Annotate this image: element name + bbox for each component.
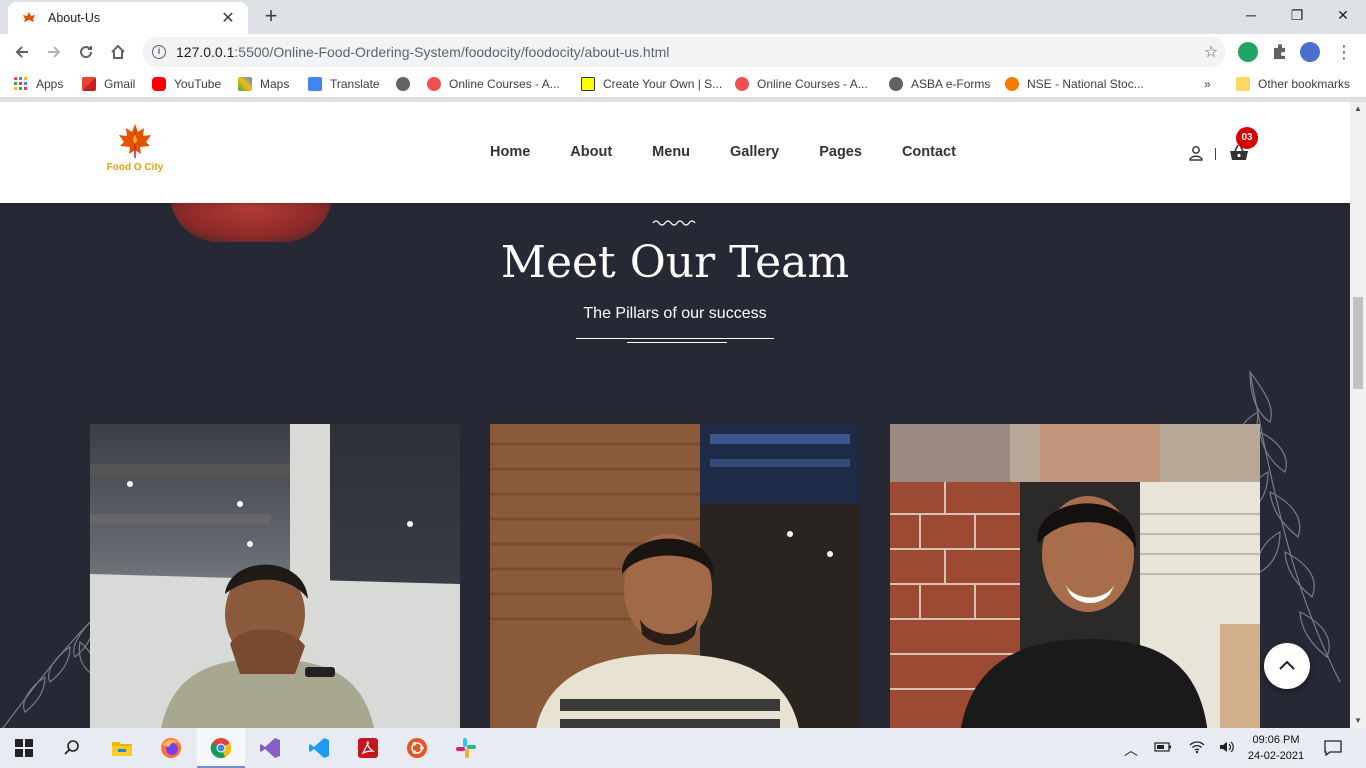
udemy-icon [735, 77, 749, 91]
site-favicon-icon [23, 12, 35, 22]
bookmark-nse[interactable]: NSE - National Stoc... [1005, 76, 1144, 92]
team-member-photo [890, 424, 1260, 728]
battery-icon[interactable] [1154, 740, 1172, 757]
team-member-photo [90, 424, 460, 728]
notifications-icon[interactable] [1324, 740, 1342, 759]
site-header: Food O City Home About Menu Gallery Page… [0, 102, 1350, 203]
bookmark-star-icon[interactable]: ☆ [1196, 42, 1226, 62]
nav-menu[interactable]: Menu [652, 144, 690, 160]
nav-contact[interactable]: Contact [902, 144, 956, 160]
team-member-photo [490, 424, 860, 728]
bookmark-translate[interactable]: Translate [308, 76, 380, 92]
bookmark-online-courses-2[interactable]: Online Courses - A... [735, 76, 868, 92]
chrome-icon[interactable] [207, 734, 235, 762]
subtitle-underline-short [627, 342, 727, 343]
bookmarks-bar: Apps Gmail YouTube Maps Translate Online… [0, 70, 1366, 98]
extensions-puzzle-icon[interactable] [1270, 42, 1290, 62]
cart-count-badge: 03 [1236, 127, 1258, 149]
main-navigation: Home About Menu Gallery Pages Contact [490, 144, 996, 160]
vscode-icon[interactable] [305, 734, 333, 762]
home-icon[interactable] [104, 38, 132, 66]
scroll-to-top-button[interactable] [1264, 643, 1310, 689]
bookmark-youtube[interactable]: YouTube [152, 76, 221, 92]
site-logo[interactable]: Food O City [100, 122, 170, 182]
clock-date: 24-02-2021 [1247, 750, 1305, 762]
volume-icon[interactable] [1218, 740, 1236, 757]
other-bookmarks[interactable]: Other bookmarks [1236, 76, 1350, 92]
youtube-icon [152, 77, 166, 91]
forward-arrow-icon[interactable] [40, 38, 68, 66]
firefox-icon[interactable] [157, 734, 185, 762]
globe-icon [889, 77, 903, 91]
search-icon[interactable] [58, 734, 86, 762]
close-window-icon[interactable]: ✕ [1320, 0, 1366, 30]
snapchat-icon [581, 77, 595, 91]
browser-menu-icon[interactable]: ⋮ [1330, 38, 1358, 66]
leaf-decoration-icon [2, 615, 96, 728]
bookmark-gmail[interactable]: Gmail [82, 76, 135, 92]
page-viewport: Food O City Home About Menu Gallery Page… [0, 102, 1350, 728]
subtitle-underline [576, 338, 774, 339]
page-scrollbar[interactable]: ▲ ▼ [1350, 102, 1366, 728]
maps-icon [238, 77, 252, 91]
maximize-window-icon[interactable]: ❐ [1274, 0, 1320, 30]
bookmark-asba[interactable]: ASBA e-Forms [889, 76, 990, 92]
minimize-window-icon[interactable]: ─ [1228, 0, 1274, 30]
clock-time: 09:06 PM [1252, 734, 1300, 746]
gmail-icon [82, 77, 96, 91]
tab-close-icon[interactable]: ✕ [218, 8, 238, 28]
browser-toolbar: i 127.0.0.1:5500/Online-Food-Ordering-Sy… [0, 34, 1366, 70]
logo-text: Food O City [106, 162, 164, 173]
chevron-up-icon [1279, 660, 1295, 670]
user-account-icon[interactable] [1188, 145, 1204, 161]
header-divider [1215, 148, 1216, 160]
reload-icon[interactable] [72, 38, 100, 66]
nav-pages[interactable]: Pages [819, 144, 862, 160]
show-hidden-icons-chevron-icon[interactable]: ︿ [1124, 740, 1138, 760]
udemy-icon [427, 77, 441, 91]
grammarly-extension-icon[interactable] [1238, 42, 1258, 62]
browser-tab[interactable]: About-Us ✕ [8, 2, 248, 34]
nav-about[interactable]: About [570, 144, 612, 160]
scrollbar-thumb[interactable] [1353, 297, 1363, 389]
bookmark-online-courses-1[interactable]: Online Courses - A... [427, 76, 560, 92]
nse-icon [1005, 77, 1019, 91]
folder-icon [1236, 77, 1250, 91]
team-section-subtitle: The Pillars of our success [583, 305, 767, 322]
team-section-title: Meet Our Team [500, 237, 850, 288]
bookmark-create-your-own[interactable]: Create Your Own | S... [581, 76, 722, 92]
bookmark-globe[interactable] [396, 76, 418, 92]
address-bar[interactable]: i 127.0.0.1:5500/Online-Food-Ordering-Sy… [142, 37, 1226, 67]
nav-gallery[interactable]: Gallery [730, 144, 779, 160]
windows-start-icon[interactable] [10, 734, 38, 762]
scroll-down-arrow-icon[interactable]: ▼ [1350, 714, 1366, 728]
windows-taskbar: ︿ 09:06 PM 24-02-2021 [0, 728, 1366, 768]
new-tab-button[interactable]: + [258, 4, 284, 30]
profile-avatar[interactable] [1300, 42, 1320, 62]
system-clock[interactable]: 09:06 PM 24-02-2021 [1236, 732, 1316, 764]
file-explorer-icon[interactable] [108, 734, 136, 762]
bookmarks-overflow-icon[interactable]: » [1204, 76, 1211, 92]
globe-icon [396, 77, 410, 91]
apps-grid-icon [14, 77, 27, 90]
site-info-icon[interactable]: i [152, 45, 166, 59]
squiggle-divider-icon [652, 220, 696, 226]
tab-title: About-Us [48, 11, 101, 25]
maple-leaf-logo-icon [119, 124, 151, 158]
tab-strip: About-Us ✕ + ─ ❐ ✕ [0, 0, 1366, 34]
url-text: 127.0.0.1:5500/Online-Food-Ordering-Syst… [176, 44, 670, 60]
slack-icon[interactable] [452, 734, 480, 762]
visual-studio-icon[interactable] [256, 734, 284, 762]
nav-home[interactable]: Home [490, 144, 530, 160]
translate-icon [308, 77, 322, 91]
wifi-icon[interactable] [1188, 740, 1206, 757]
bookmark-maps[interactable]: Maps [238, 76, 289, 92]
bookmark-apps[interactable]: Apps [14, 76, 63, 92]
back-arrow-icon[interactable] [8, 38, 36, 66]
acrobat-reader-icon[interactable] [354, 734, 382, 762]
ubuntu-icon[interactable] [403, 734, 431, 762]
scroll-up-arrow-icon[interactable]: ▲ [1350, 102, 1366, 116]
